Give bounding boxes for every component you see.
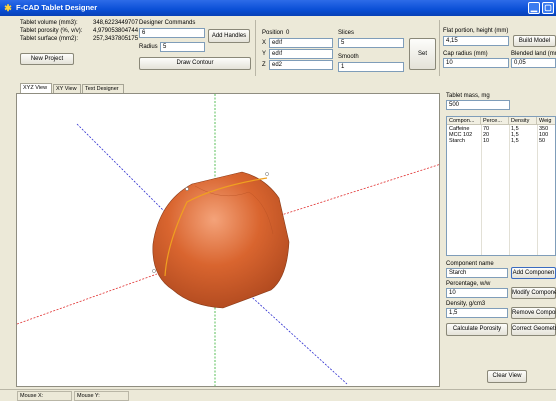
volume-label: Tablet volume (mm3): — [20, 20, 78, 26]
app-logo-icon: ✱ — [4, 3, 12, 13]
window-title: F-CAD Tablet Designer — [16, 3, 98, 12]
set-button[interactable]: Set — [409, 38, 436, 70]
x-label: X — [262, 40, 267, 46]
tablet-body — [152, 171, 290, 309]
position-value: 0 — [286, 30, 290, 36]
clear-view-button[interactable]: Clear View — [487, 370, 527, 383]
status-bar: Mouse X: Mouse Y: — [0, 389, 556, 401]
tablet-mass-input[interactable]: 500 — [446, 100, 510, 110]
maximize-icon[interactable]: ▢ — [542, 2, 554, 14]
component-name-label: Component name — [446, 261, 494, 267]
modify-component-button[interactable]: Modify Compone — [511, 287, 556, 299]
x-axis-line-left — [17, 273, 158, 325]
toolbar-separator — [439, 20, 440, 76]
component-name-input[interactable]: Starch — [446, 268, 508, 278]
slices-input[interactable]: 5 — [338, 38, 404, 48]
z-label: Z — [262, 62, 266, 68]
tablet-3d-render — [17, 94, 439, 386]
radius-input[interactable]: 5 — [160, 42, 205, 52]
add-handles-button[interactable]: Add Handles — [208, 29, 250, 43]
tab-xyz-view[interactable]: XYZ View — [20, 83, 52, 93]
column-header-weight[interactable]: Weig — [537, 117, 555, 125]
flat-portion-label: Flat portion, height (mm) — [443, 28, 509, 34]
position-label: Position — [262, 30, 284, 36]
percentage-label: Percentage, w/w — [446, 281, 491, 287]
xyz-viewport[interactable] — [16, 93, 440, 387]
density-input[interactable]: 1,5 — [446, 308, 508, 318]
blended-land-input[interactable]: 0,05 — [511, 58, 556, 68]
toolbar-separator — [255, 20, 256, 76]
app-window: ✱ F-CAD Tablet Designer ▁ ▢ Tablet volum… — [0, 0, 556, 401]
designer-commands-label: Designer Commands — [139, 20, 196, 26]
contour-handle[interactable] — [152, 269, 156, 273]
surface-label: Tablet surface (mm2): — [20, 36, 79, 42]
y-input[interactable]: ed\f — [269, 49, 333, 59]
designer-commands-input[interactable]: 6 — [139, 28, 205, 38]
add-component-button[interactable]: Add Componen — [511, 267, 556, 279]
x-input[interactable]: ed\f — [269, 38, 333, 48]
porosity-label: Tablet porosity (%, v/v): — [20, 28, 83, 34]
table-cell: 10 — [483, 138, 490, 144]
blended-land-label: Blended land (mm) — [511, 51, 556, 57]
new-project-button[interactable]: New Project — [20, 53, 74, 65]
y-label: Y — [262, 51, 267, 57]
flat-portion-input[interactable]: 4,15 — [443, 36, 509, 46]
contour-handle[interactable] — [185, 187, 189, 191]
surface-value: 257,3437805175 — [93, 36, 139, 42]
contour-handle[interactable] — [265, 172, 269, 176]
components-table[interactable]: Compon... Perce... Density Weig Caffeine… — [446, 116, 556, 256]
table-cell: 50 — [539, 138, 546, 144]
column-header-component[interactable]: Compon... — [447, 117, 481, 125]
title-bar: ✱ F-CAD Tablet Designer ▁ ▢ — [0, 0, 556, 16]
draw-contour-button[interactable]: Draw Contour — [139, 57, 251, 70]
percentage-input[interactable]: 10 — [446, 288, 508, 298]
z-input[interactable]: ed2 — [269, 60, 333, 70]
correct-geometry-button[interactable]: Correct Geometr — [511, 323, 556, 336]
tablet-mass-label: Tablet mass, mg — [446, 93, 490, 99]
calculate-porosity-button[interactable]: Calculate Porosity — [446, 323, 508, 336]
smooth-input[interactable]: 1 — [338, 62, 404, 72]
cap-radius-input[interactable]: 10 — [443, 58, 509, 68]
column-divider — [537, 125, 538, 255]
density-label: Density, g/cm3 — [446, 301, 486, 307]
mouse-y-readout: Mouse Y: — [74, 391, 129, 401]
column-divider — [481, 125, 482, 255]
minimize-icon[interactable]: ▁ — [528, 2, 540, 14]
radius-label: Radius — [139, 44, 158, 50]
cap-radius-label: Cap radius (mm) — [443, 51, 488, 57]
table-row[interactable]: Starch — [447, 138, 481, 144]
build-model-button[interactable]: Build Model — [513, 35, 556, 47]
table-cell: 1,5 — [511, 138, 519, 144]
porosity-value: 4,979053804744 — [93, 28, 139, 34]
tab-text-designer[interactable]: Text Designer — [82, 84, 124, 93]
column-header-percent[interactable]: Perce... — [481, 117, 509, 125]
tab-xy-view[interactable]: XY View — [53, 84, 81, 93]
mouse-x-readout: Mouse X: — [17, 391, 72, 401]
remove-component-button[interactable]: Remove Compon — [511, 307, 556, 319]
column-header-density[interactable]: Density — [509, 117, 537, 125]
smooth-label: Smooth — [338, 54, 359, 60]
slices-label: Slices — [338, 30, 355, 36]
volume-value: 348,6223449707 — [93, 20, 139, 26]
column-divider — [509, 125, 510, 255]
